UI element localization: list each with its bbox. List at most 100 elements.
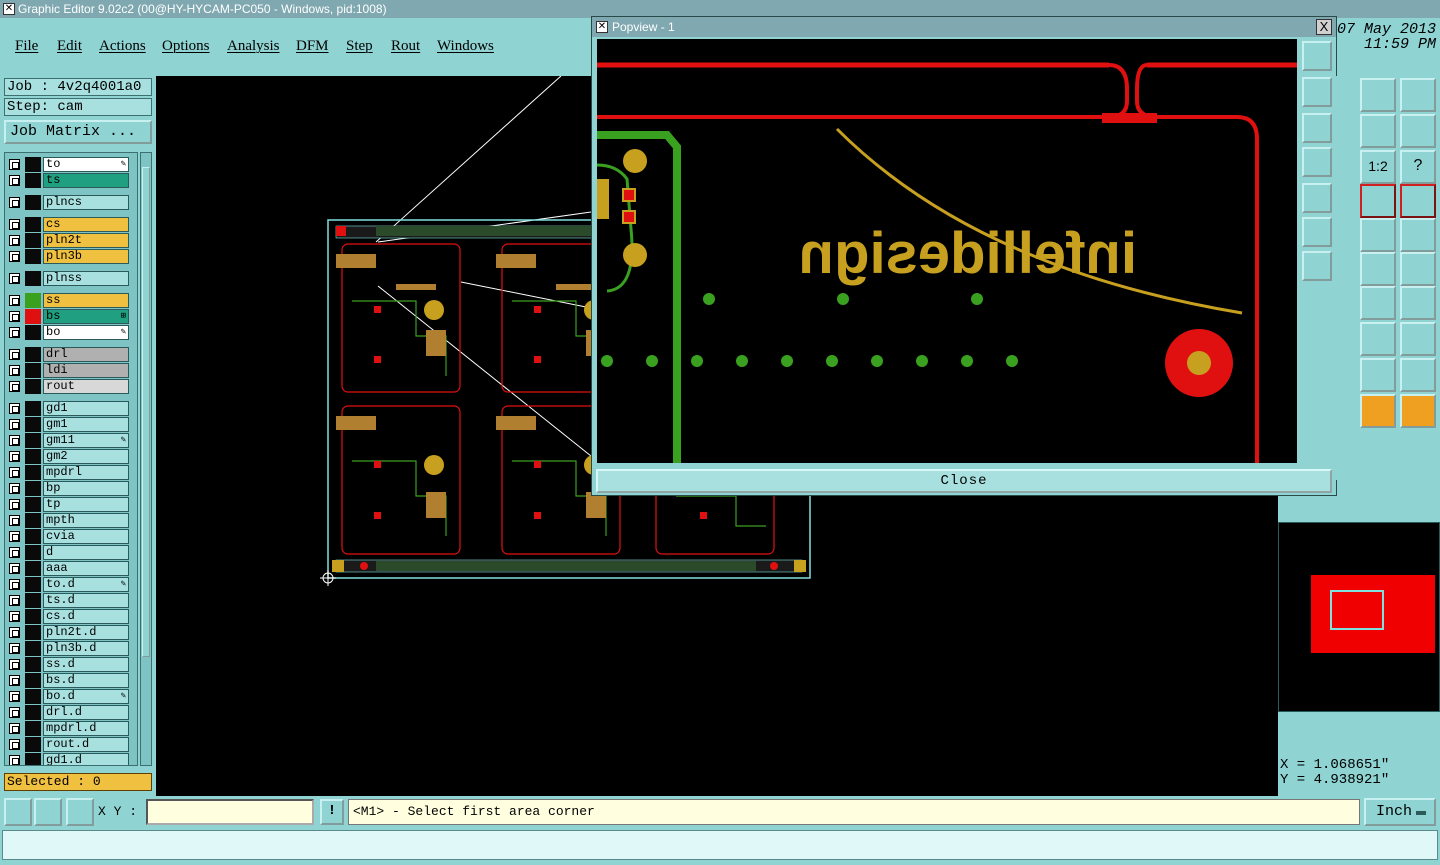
layer-checkbox[interactable] — [9, 643, 20, 654]
rotate-icon[interactable] — [1360, 286, 1396, 320]
layer-color-swatch[interactable] — [25, 309, 41, 324]
layer-row[interactable]: bs ⊞ — [7, 309, 129, 324]
layer-row[interactable]: plnss — [7, 271, 129, 286]
layer-row[interactable]: mpdrl — [7, 465, 129, 480]
layer-checkbox[interactable] — [9, 611, 20, 622]
layer-name[interactable]: tp — [43, 497, 129, 512]
popview-canvas[interactable]: infellidesign — [597, 39, 1297, 463]
layer-checkbox[interactable] — [9, 311, 20, 322]
layer-checkbox[interactable] — [9, 403, 20, 414]
layer-color-swatch[interactable] — [25, 195, 41, 210]
ruler-icon[interactable] — [1360, 218, 1396, 252]
layer-row[interactable]: gm11 ✎ — [7, 433, 129, 448]
layer-checkbox[interactable] — [9, 251, 20, 262]
layer-checkbox[interactable] — [9, 219, 20, 230]
layer-row[interactable]: bp — [7, 481, 129, 496]
layer-name[interactable]: pln3b.d — [43, 641, 129, 656]
measure-icon[interactable] — [34, 798, 62, 826]
menu-actions[interactable]: Actions — [99, 38, 146, 55]
connect-icon[interactable] — [1360, 252, 1396, 286]
popview-close-x-button[interactable]: X — [1316, 19, 1332, 35]
layer-checkbox[interactable] — [9, 755, 20, 765]
layer-checkbox[interactable] — [9, 467, 20, 478]
layer-checkbox[interactable] — [9, 691, 20, 702]
popview-zoom-tool-1[interactable] — [1302, 41, 1332, 71]
layer-list-scrollbar[interactable] — [140, 152, 152, 766]
target-icon[interactable] — [1400, 218, 1436, 252]
layer-color-swatch[interactable] — [25, 233, 41, 248]
layer-checkbox[interactable] — [9, 381, 20, 392]
layer-color-swatch[interactable] — [25, 433, 41, 448]
layer-color-swatch[interactable] — [25, 737, 41, 752]
units-select[interactable]: Inch — [1364, 798, 1436, 826]
layer-color-swatch[interactable] — [25, 593, 41, 608]
layer-row[interactable]: pln2t.d — [7, 625, 129, 640]
pointer-icon[interactable] — [1360, 394, 1396, 428]
node-edit-icon[interactable] — [1400, 394, 1436, 428]
scale-icon[interactable]: 1:2 — [1360, 150, 1396, 184]
layer-row[interactable]: rout — [7, 379, 129, 394]
layer-checkbox[interactable] — [9, 723, 20, 734]
layer-checkbox[interactable] — [9, 483, 20, 494]
layer-row[interactable]: gm1 — [7, 417, 129, 432]
layer-name[interactable]: gm2 — [43, 449, 129, 464]
layer-name[interactable]: ss.d — [43, 657, 129, 672]
layer-color-swatch[interactable] — [25, 379, 41, 394]
layer-checkbox[interactable] — [9, 595, 20, 606]
layer-name[interactable]: ldi — [43, 363, 129, 378]
resize-icon[interactable] — [4, 798, 32, 826]
layer-name[interactable]: ss — [43, 293, 129, 308]
layer-checkbox[interactable] — [9, 739, 20, 750]
layer-color-swatch[interactable] — [25, 513, 41, 528]
layer-name[interactable]: mpth — [43, 513, 129, 528]
shapes-icon[interactable] — [1400, 322, 1436, 356]
layer-checkbox[interactable] — [9, 627, 20, 638]
layer-name[interactable]: pln2t.d — [43, 625, 129, 640]
layer-row[interactable]: ts — [7, 173, 129, 188]
layer-color-swatch[interactable] — [25, 577, 41, 592]
layer-color-swatch[interactable] — [25, 529, 41, 544]
layer-row[interactable]: pln3b.d — [7, 641, 129, 656]
layer-name[interactable]: aaa — [43, 561, 129, 576]
layer-name[interactable]: pln2t — [43, 233, 129, 248]
undo-box-icon[interactable] — [1360, 114, 1396, 148]
layer-checkbox[interactable] — [9, 499, 20, 510]
layer-row[interactable]: ldi — [7, 363, 129, 378]
layer-checkbox[interactable] — [9, 295, 20, 306]
help-icon[interactable]: ? — [1400, 150, 1436, 184]
layer-color-swatch[interactable] — [25, 753, 41, 765]
menu-edit[interactable]: Edit — [57, 38, 82, 55]
layer-name[interactable]: bo ✎ — [43, 325, 129, 340]
layer-color-swatch[interactable] — [25, 465, 41, 480]
layer-color-swatch[interactable] — [25, 673, 41, 688]
layer-checkbox[interactable] — [9, 675, 20, 686]
layer-name[interactable]: cvia — [43, 529, 129, 544]
layer-name[interactable]: gm1 — [43, 417, 129, 432]
layer-row[interactable]: gd1.d — [7, 753, 129, 765]
layer-color-swatch[interactable] — [25, 173, 41, 188]
grid-icon[interactable] — [66, 798, 94, 826]
layer-row[interactable]: drl.d — [7, 705, 129, 720]
layer-row[interactable]: mpth — [7, 513, 129, 528]
popview-home-tool[interactable] — [1302, 251, 1332, 281]
panel-icon[interactable] — [1400, 78, 1436, 112]
layer-color-swatch[interactable] — [25, 657, 41, 672]
layer-name[interactable]: to.d ✎ — [43, 577, 129, 592]
popview-pan-tool-2[interactable] — [1302, 183, 1332, 213]
layer-row[interactable]: gd1 — [7, 401, 129, 416]
layer-row[interactable]: bo.d ✎ — [7, 689, 129, 704]
alert-button[interactable]: ! — [320, 799, 344, 825]
layer-row[interactable]: pln2t — [7, 233, 129, 248]
layer-color-swatch[interactable] — [25, 293, 41, 308]
popview-close-button[interactable]: Close — [596, 469, 1332, 493]
layer-checkbox[interactable] — [9, 273, 20, 284]
layer-name[interactable]: mpdrl.d — [43, 721, 129, 736]
layer-name[interactable]: bs.d — [43, 673, 129, 688]
layer-checkbox[interactable] — [9, 451, 20, 462]
layer-checkbox[interactable] — [9, 197, 20, 208]
layer-row[interactable]: cvia — [7, 529, 129, 544]
layer-checkbox[interactable] — [9, 175, 20, 186]
layer-name[interactable]: rout.d — [43, 737, 129, 752]
layer-checkbox[interactable] — [9, 235, 20, 246]
layer-row[interactable]: bo ✎ — [7, 325, 129, 340]
